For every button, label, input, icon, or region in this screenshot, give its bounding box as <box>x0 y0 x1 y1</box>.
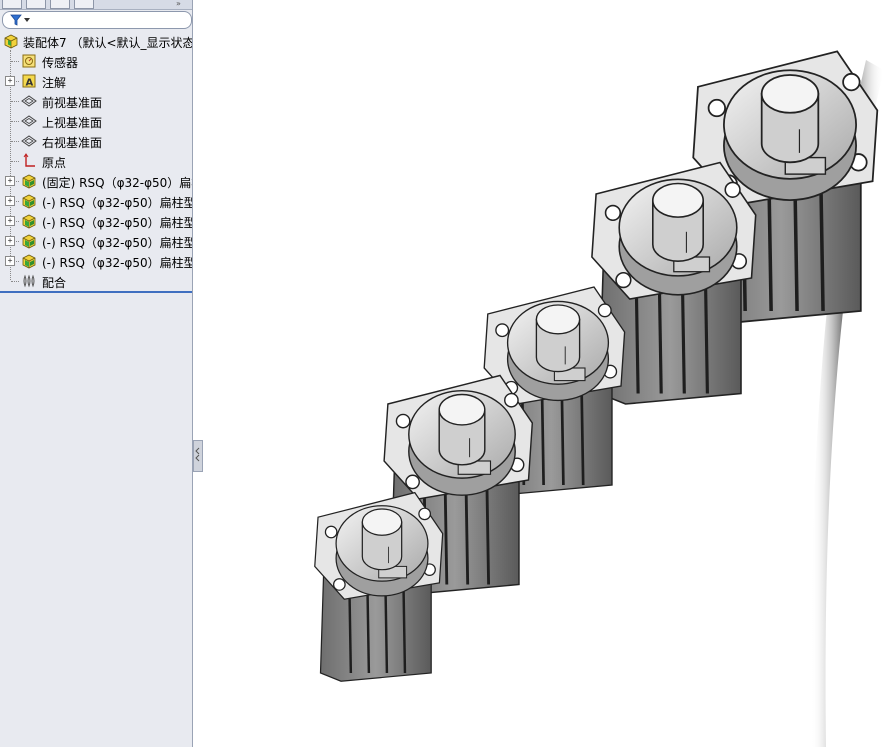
tree-item[interactable]: + (-) RSQ（φ32-φ50）扁柱型 <box>0 211 192 231</box>
tree-branch-line <box>11 121 19 122</box>
part-icon <box>22 174 36 189</box>
property-manager-tab[interactable] <box>26 0 46 9</box>
panel-tabs: » <box>0 0 192 10</box>
mate-icon <box>23 274 35 288</box>
tree-branch-line <box>11 61 19 62</box>
tree-item[interactable]: + (-) RSQ（φ32-φ50）扁柱型 <box>0 191 192 211</box>
part-icon <box>22 194 36 209</box>
plane-icon <box>21 115 37 127</box>
tree-item[interactable]: + A 注解 <box>0 71 192 91</box>
sensor-icon <box>22 54 36 68</box>
funnel-icon[interactable] <box>9 13 31 27</box>
expand-toggle-icon[interactable]: + <box>5 256 15 266</box>
tree-filter-input[interactable] <box>2 11 192 29</box>
tree-item[interactable]: 传感器 <box>0 51 192 71</box>
tree-branch-line <box>11 101 19 102</box>
tree-item-label: (-) RSQ（φ32-φ50）扁柱型 <box>42 236 192 250</box>
tree-item-label: (-) RSQ（φ32-φ50）扁柱型 <box>42 256 192 270</box>
assembly-3d-model <box>314 50 884 747</box>
tree-item-label: 注解 <box>42 76 67 90</box>
tree-bottom-separator <box>0 291 192 293</box>
tree-item[interactable]: 右视基准面 <box>0 131 192 151</box>
tree-branch-line <box>11 141 19 142</box>
expand-toggle-icon[interactable]: + <box>5 196 15 206</box>
display-manager-tab[interactable] <box>74 0 94 9</box>
configuration-manager-tab[interactable] <box>50 0 70 9</box>
tree-root-label: 装配体7 （默认<默认_显示状态- <box>23 36 192 50</box>
part-icon <box>22 254 36 269</box>
tree-item[interactable]: 前视基准面 <box>0 91 192 111</box>
assembly-icon <box>4 34 18 49</box>
expand-toggle-icon[interactable]: + <box>5 76 15 86</box>
tree-branch-line <box>11 161 19 162</box>
tree-item-label: (-) RSQ（φ32-φ50）扁柱型 <box>42 196 192 210</box>
tree-item[interactable]: + (固定) RSQ（φ32-φ50）扁柱 <box>0 171 192 191</box>
origin-icon <box>23 153 35 167</box>
annotation-icon: A <box>22 74 36 89</box>
tree-item-label: 上视基准面 <box>42 116 103 130</box>
tree-item-label: (固定) RSQ（φ32-φ50）扁柱 <box>42 176 192 190</box>
tree-item[interactable]: + (-) RSQ（φ32-φ50）扁柱型 <box>0 251 192 271</box>
graphics-viewport[interactable] <box>194 0 892 747</box>
tree-item-label: 前视基准面 <box>42 96 103 110</box>
tree-item[interactable]: 上视基准面 <box>0 111 192 131</box>
tree-item-label: 配合 <box>42 276 67 290</box>
expand-toggle-icon[interactable]: + <box>5 216 15 226</box>
tree-root-assembly[interactable]: 装配体7 （默认<默认_显示状态- <box>0 31 192 51</box>
feature-manager-panel: » 装配体7 （默认<默认_显示状态- 传感器 + A 注解前视基准面上视基准面右视基… <box>0 0 193 747</box>
tree-item-label: 传感器 <box>42 56 79 70</box>
expand-toggle-icon[interactable]: + <box>5 176 15 186</box>
cylinder-model <box>314 491 444 682</box>
expand-toggle-icon[interactable]: + <box>5 236 15 246</box>
feature-manager-tab[interactable] <box>2 0 22 9</box>
tree-item-label: 原点 <box>42 156 67 170</box>
plane-icon <box>21 95 37 107</box>
collapse-arrows-icon[interactable]: » <box>176 0 188 8</box>
tree-item-label: 右视基准面 <box>42 136 103 150</box>
tree-item[interactable]: 配合 <box>0 271 192 291</box>
tree-item[interactable]: 原点 <box>0 151 192 171</box>
part-icon <box>22 214 36 229</box>
svg-text:A: A <box>26 78 34 89</box>
tree-item-label: (-) RSQ（φ32-φ50）扁柱型 <box>42 216 192 230</box>
tree-item[interactable]: + (-) RSQ（φ32-φ50）扁柱型 <box>0 231 192 251</box>
tree-branch-line <box>11 281 19 282</box>
part-icon <box>22 234 36 249</box>
plane-icon <box>21 135 37 147</box>
